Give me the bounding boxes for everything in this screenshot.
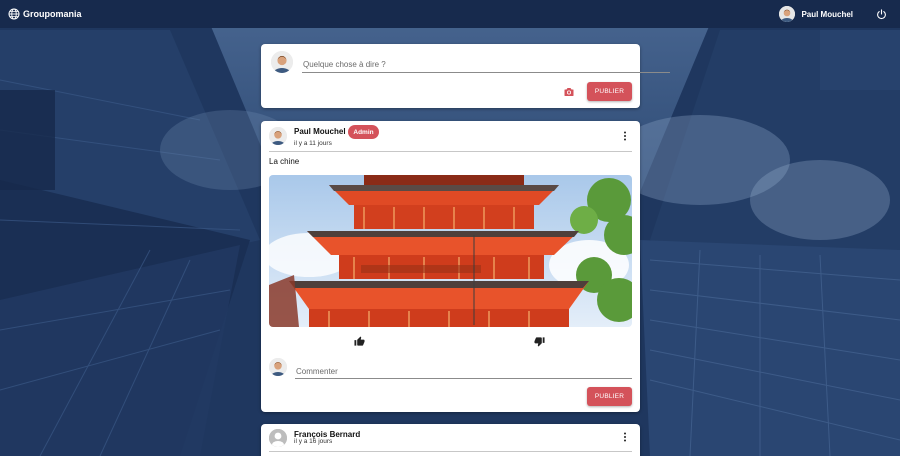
divider — [269, 151, 632, 152]
commenter-avatar — [269, 358, 287, 376]
post-timestamp: il y a 16 jours — [294, 438, 333, 445]
post-card: Paul Mouchel Admin il y a 11 jours La ch… — [261, 121, 640, 412]
post-card: François Bernard il y a 16 jours — [261, 424, 640, 456]
brand-name: Groupomania — [23, 9, 82, 19]
author-avatar[interactable] — [269, 429, 287, 447]
divider — [269, 451, 632, 452]
thumbs-down-icon[interactable] — [534, 336, 545, 347]
avatar[interactable] — [779, 6, 796, 22]
user-name[interactable]: Paul Mouchel — [801, 10, 853, 19]
author-name[interactable]: Paul Mouchel — [294, 127, 346, 136]
more-vert-icon[interactable] — [622, 432, 628, 442]
author-avatar[interactable] — [269, 127, 287, 145]
globe-icon — [8, 8, 20, 20]
brand[interactable]: Groupomania — [8, 8, 82, 20]
avatar — [271, 51, 293, 73]
composer-card: PUBLIER — [261, 44, 670, 108]
publish-button[interactable]: PUBLIER — [587, 82, 632, 101]
power-icon[interactable] — [876, 8, 887, 20]
user-menu: Paul Mouchel — [779, 6, 892, 22]
post-image[interactable] — [269, 175, 632, 327]
comment-input[interactable] — [295, 364, 632, 379]
comment-publish-button[interactable]: PUBLIER — [587, 387, 632, 406]
post-timestamp: il y a 11 jours — [294, 140, 332, 147]
post-input[interactable] — [302, 57, 670, 73]
navbar: Groupomania Paul Mouchel — [0, 0, 900, 28]
thumbs-up-icon[interactable] — [354, 336, 365, 347]
camera-icon[interactable] — [563, 86, 575, 98]
admin-badge: Admin — [348, 125, 379, 139]
more-vert-icon[interactable] — [622, 131, 628, 141]
post-text: La chine — [269, 157, 300, 166]
